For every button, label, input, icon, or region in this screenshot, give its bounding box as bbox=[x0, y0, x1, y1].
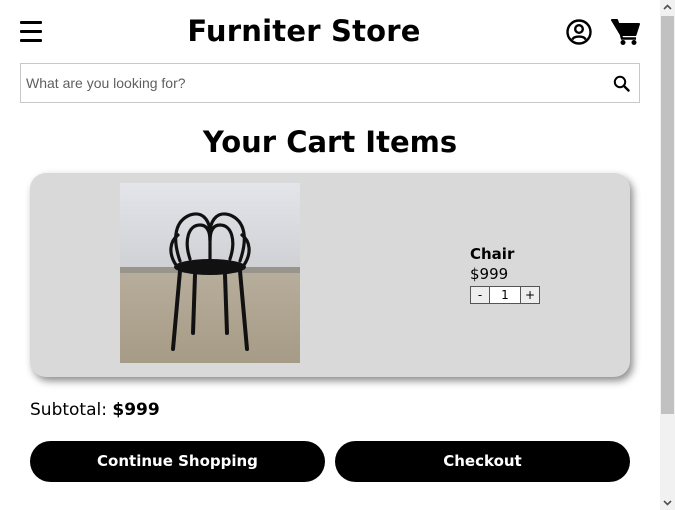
quantity-stepper: - + bbox=[470, 286, 540, 304]
search-icon[interactable] bbox=[613, 75, 630, 92]
scroll-up-arrow-icon[interactable] bbox=[660, 0, 675, 15]
quantity-field[interactable] bbox=[490, 286, 520, 304]
subtotal: Subtotal: $999 bbox=[30, 399, 160, 421]
vertical-scrollbar[interactable] bbox=[660, 0, 675, 510]
search-input[interactable] bbox=[26, 64, 601, 102]
scrollbar-thumb[interactable] bbox=[661, 16, 674, 414]
subtotal-label: Subtotal: bbox=[30, 400, 107, 420]
product-info: Chair $999 - + bbox=[470, 244, 540, 304]
search-bar bbox=[20, 63, 640, 103]
cart-item-card: Chair $999 - + bbox=[30, 173, 630, 377]
increment-button[interactable]: + bbox=[520, 286, 540, 304]
decrement-button[interactable]: - bbox=[470, 286, 490, 304]
header: Furniter Store bbox=[0, 0, 660, 62]
checkout-button[interactable]: Checkout bbox=[335, 441, 630, 482]
store-title[interactable]: Furniter Store bbox=[0, 14, 608, 48]
product-name: Chair bbox=[470, 245, 515, 263]
subtotal-value: $999 bbox=[112, 400, 160, 420]
user-account-icon[interactable] bbox=[566, 19, 592, 45]
scroll-down-arrow-icon[interactable] bbox=[660, 495, 675, 510]
continue-shopping-button[interactable]: Continue Shopping bbox=[30, 441, 325, 482]
cart-heading: Your Cart Items bbox=[202, 125, 458, 159]
product-image bbox=[120, 183, 300, 363]
product-price: $999 bbox=[470, 265, 509, 283]
shopping-cart-icon[interactable] bbox=[611, 18, 641, 46]
